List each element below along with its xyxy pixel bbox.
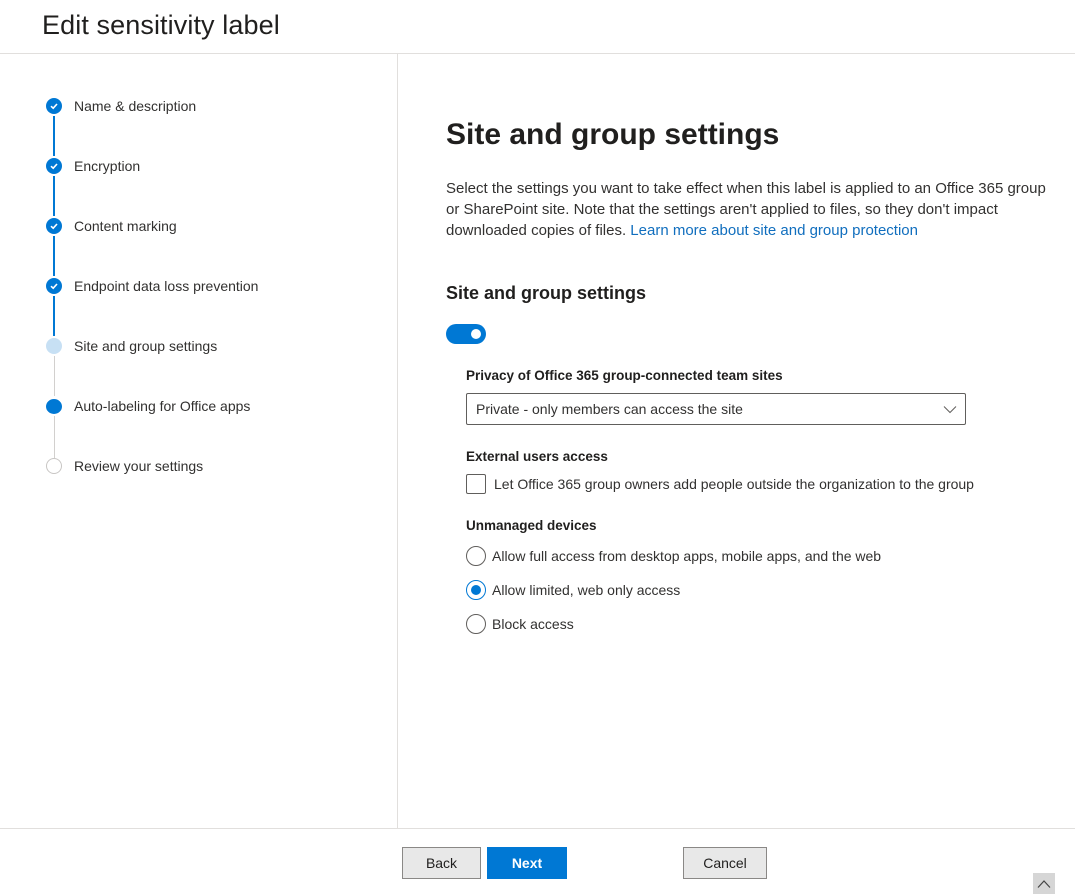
step-connector — [53, 236, 55, 276]
radio-label: Allow limited, web only access — [492, 582, 681, 598]
radio-button[interactable] — [466, 546, 486, 566]
toggle-knob — [471, 329, 481, 339]
wizard-footer: Back Next Cancel — [0, 828, 1075, 894]
radio-limited-web-access[interactable]: Allow limited, web only access — [466, 580, 680, 600]
page-header: Edit sensitivity label — [0, 0, 1075, 54]
external-access-option[interactable]: Let Office 365 group owners add people o… — [466, 474, 974, 494]
wizard-step-site-group-settings[interactable]: Site and group settings — [46, 336, 217, 356]
radio-button[interactable] — [466, 614, 486, 634]
section-title: Site and group settings — [446, 283, 647, 303]
wizard-step-label: Content marking — [74, 218, 177, 234]
current-step-icon — [46, 338, 62, 354]
checkmark-icon — [46, 98, 62, 114]
privacy-selected-value: Private - only members can access the si… — [476, 401, 743, 417]
wizard-step-label: Name & description — [74, 98, 197, 114]
page-title: Site and group settings — [446, 118, 780, 151]
wizard-step-label: Review your settings — [74, 458, 204, 474]
step-dot-icon — [46, 398, 62, 414]
privacy-label: Privacy of Office 365 group-connected te… — [466, 368, 783, 383]
wizard-step-label: Auto-labeling for Office apps — [74, 398, 251, 414]
privacy-dropdown[interactable]: Private - only members can access the si… — [466, 393, 966, 425]
wizard-step-auto-labeling[interactable]: Auto-labeling for Office apps — [46, 396, 250, 416]
checkmark-icon — [46, 278, 62, 294]
wizard-step-endpoint-dlp[interactable]: Endpoint data loss prevention — [46, 276, 258, 296]
wizard-step-label: Site and group settings — [74, 338, 218, 354]
step-connector — [53, 296, 55, 336]
checkmark-icon — [46, 158, 62, 174]
description: Select the settings you want to take eff… — [446, 178, 1056, 241]
unmanaged-devices-label: Unmanaged devices — [466, 518, 597, 533]
page-header-title: Edit sensitivity label — [42, 10, 280, 40]
step-connector — [53, 176, 55, 216]
chevron-up-icon — [1037, 879, 1051, 888]
wizard-step-label: Endpoint data loss prevention — [74, 278, 259, 294]
chevron-down-icon — [943, 406, 957, 414]
external-access-checkbox[interactable] — [466, 474, 486, 494]
step-connector — [53, 116, 55, 156]
back-button[interactable]: Back — [402, 847, 481, 879]
external-access-checkbox-label: Let Office 365 group owners add people o… — [494, 476, 974, 492]
radio-label: Allow full access from desktop apps, mob… — [492, 548, 882, 564]
wizard-step-label: Encryption — [74, 158, 141, 174]
radio-label: Block access — [492, 616, 574, 632]
learn-more-link[interactable]: Learn more about site and group protecti… — [630, 222, 918, 239]
checkmark-icon — [46, 218, 62, 234]
radio-button-selected[interactable] — [466, 580, 486, 600]
radio-block-access[interactable]: Block access — [466, 614, 574, 634]
site-group-settings-toggle[interactable] — [446, 324, 486, 344]
wizard-step-name-description[interactable]: Name & description — [46, 96, 196, 116]
external-access-label: External users access — [466, 449, 608, 464]
wizard-step-content-marking[interactable]: Content marking — [46, 216, 177, 236]
wizard-steps: Name & description Encryption Content ma… — [0, 54, 398, 828]
empty-step-icon — [46, 458, 62, 474]
step-connector — [54, 356, 55, 396]
next-button[interactable]: Next — [487, 847, 567, 879]
radio-full-access[interactable]: Allow full access from desktop apps, mob… — [466, 546, 881, 566]
wizard-step-review[interactable]: Review your settings — [46, 456, 203, 476]
step-connector — [54, 416, 55, 458]
scroll-to-top-button[interactable] — [1033, 873, 1055, 894]
wizard-step-encryption[interactable]: Encryption — [46, 156, 140, 176]
cancel-button[interactable]: Cancel — [683, 847, 767, 879]
